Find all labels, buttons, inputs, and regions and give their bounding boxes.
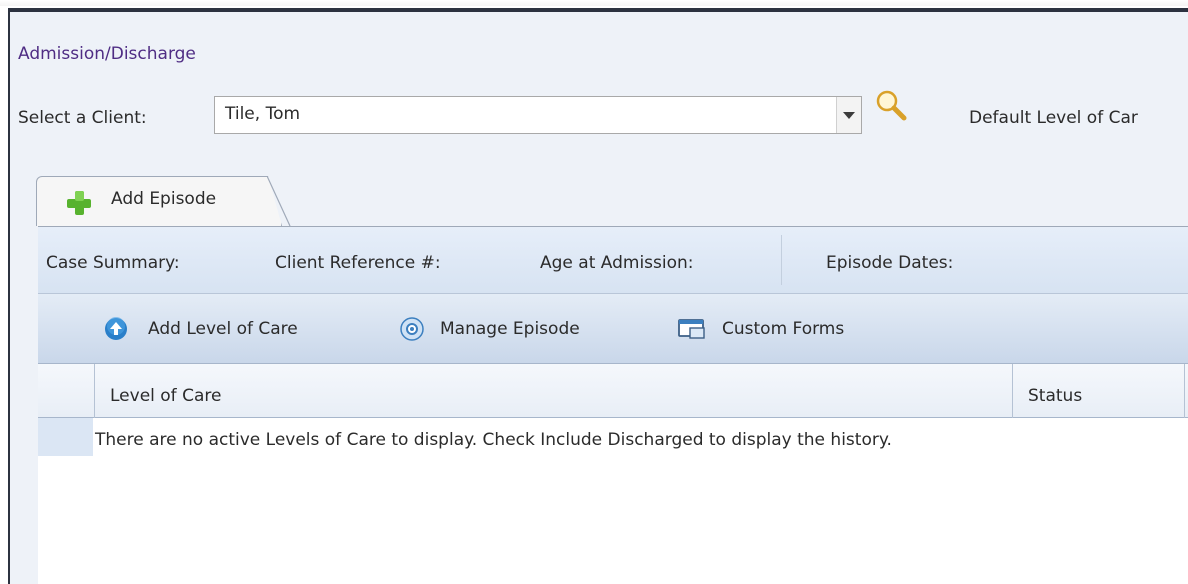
custom-forms-label: Custom Forms — [722, 319, 845, 339]
add-level-of-care-button[interactable]: Add Level of Care — [100, 314, 360, 344]
form-icon — [678, 319, 705, 339]
client-select-value: Tile, Tom — [225, 104, 301, 124]
episode-toolbar: Add Level of Care Manage Episode Custom … — [38, 294, 1188, 364]
column-divider — [1012, 364, 1013, 418]
top-shadow — [0, 0, 1188, 6]
manage-episode-button[interactable]: Manage Episode — [396, 314, 646, 344]
grid-header: Level of Care Status — [38, 364, 1188, 418]
select-client-label: Select a Client: — [18, 108, 147, 128]
client-dropdown-button[interactable] — [836, 97, 861, 133]
page-title: Admission/Discharge — [18, 44, 196, 64]
tab-label: Add Episode — [111, 189, 217, 209]
grid-body: There are no active Levels of Care to di… — [38, 418, 1188, 584]
column-divider — [1184, 364, 1185, 418]
case-summary-label: Case Summary: — [46, 253, 180, 273]
empty-grid-message: There are no active Levels of Care to di… — [95, 430, 892, 450]
custom-forms-button[interactable]: Custom Forms — [674, 314, 894, 344]
column-header-level-of-care[interactable]: Level of Care — [110, 386, 221, 406]
episode-dates-label: Episode Dates: — [826, 253, 954, 273]
client-select[interactable]: Tile, Tom — [214, 96, 862, 134]
column-divider — [94, 364, 95, 418]
chevron-down-icon — [843, 112, 855, 119]
manage-episode-label: Manage Episode — [440, 319, 580, 339]
case-summary-bar: Case Summary: Client Reference #: Age at… — [38, 226, 1188, 294]
column-header-status[interactable]: Status — [1028, 386, 1082, 406]
add-level-of-care-label: Add Level of Care — [148, 319, 298, 339]
search-icon[interactable] — [872, 87, 912, 127]
row-indicator — [38, 418, 93, 456]
summary-divider — [781, 235, 782, 285]
tab-add-episode[interactable]: Add Episode — [36, 176, 282, 226]
client-reference-label: Client Reference #: — [275, 253, 441, 273]
age-at-admission-label: Age at Admission: — [540, 253, 694, 273]
default-level-label: Default Level of Car — [969, 108, 1138, 128]
up-arrow-icon — [105, 317, 127, 340]
manage-icon — [400, 317, 424, 341]
green-plus-icon — [67, 191, 91, 215]
